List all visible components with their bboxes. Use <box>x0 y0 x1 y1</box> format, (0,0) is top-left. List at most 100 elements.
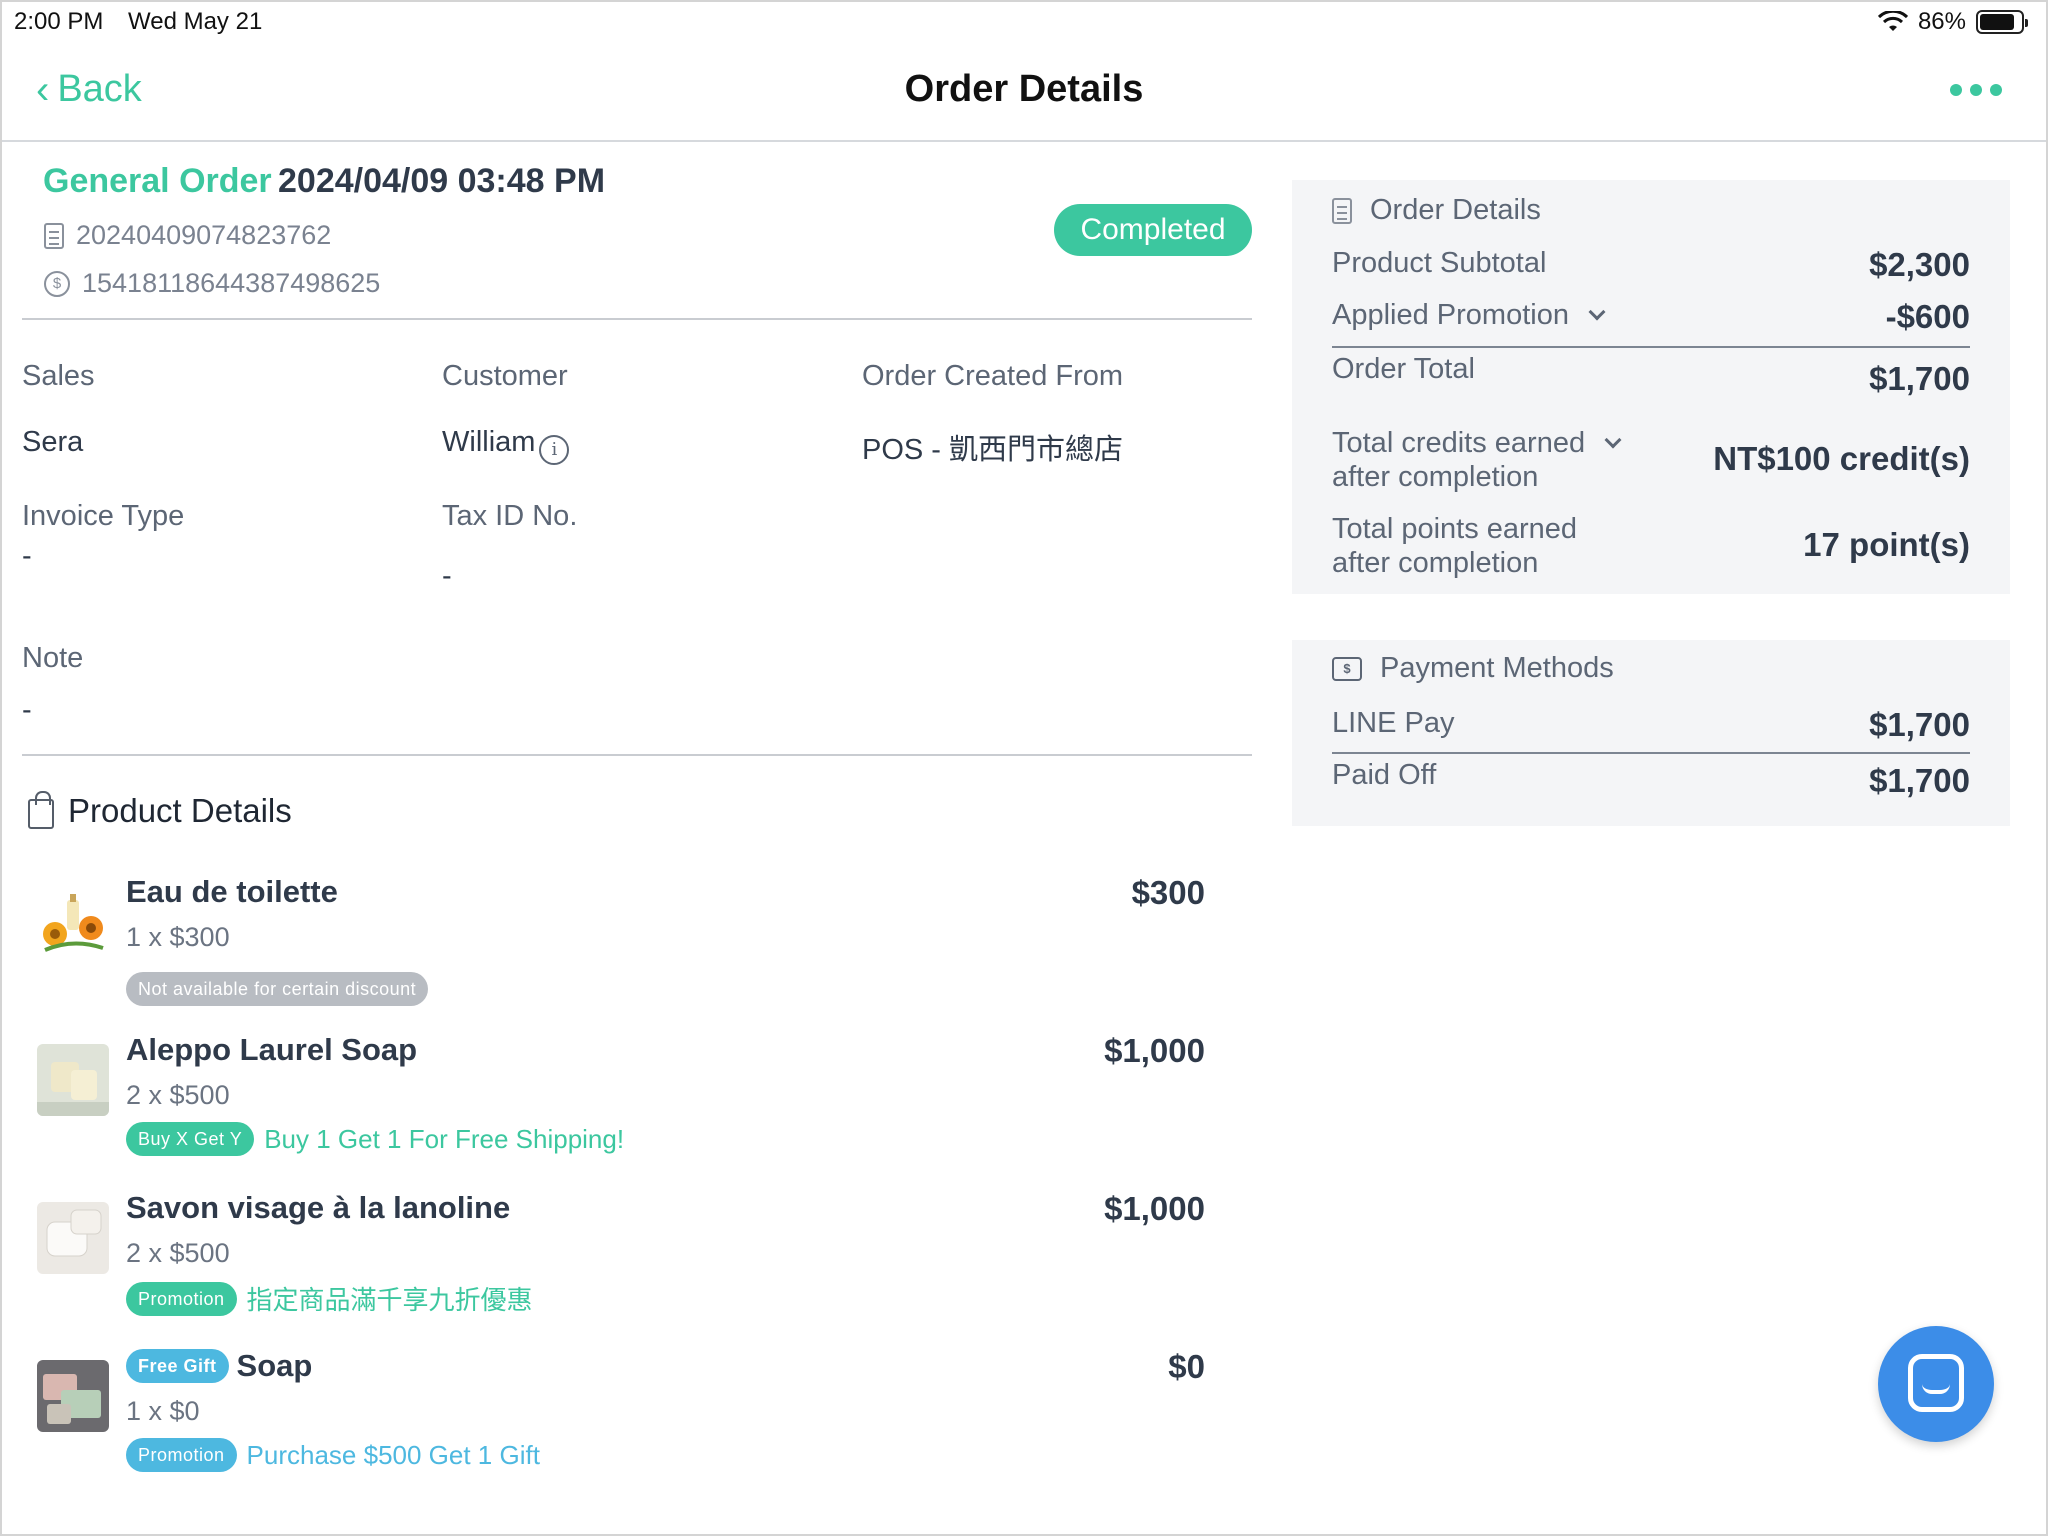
receipt-icon <box>1332 197 1352 224</box>
payment-methods-header: $ Payment Methods <box>1332 652 1614 685</box>
battery-icon <box>1976 10 2028 34</box>
product-price: $1,000 <box>1104 1190 1205 1227</box>
chevron-down-icon[interactable] <box>1588 303 1606 321</box>
product-details-title: Product Details <box>68 792 292 829</box>
payment-method-amount: $1,700 <box>1869 706 1970 743</box>
nav-bar: ‹ Back Order Details <box>2 42 2046 142</box>
order-datetime: 2024/04/09 03:48 PM <box>278 162 606 200</box>
shopping-bag-icon <box>28 791 54 829</box>
product-details-header: Product Details <box>28 791 292 830</box>
product-item[interactable]: Eau de toilette 1 x $300 $300 Not availa… <box>37 874 1237 1024</box>
customer-label: Customer <box>442 360 568 392</box>
battery-percent: 86% <box>1917 8 1966 35</box>
payment-methods-title: Payment Methods <box>1380 652 1614 684</box>
product-name-row: Free Gift Soap <box>126 1348 312 1384</box>
dollar-coin-icon: $ <box>44 270 70 297</box>
product-qty: 2 x $500 <box>126 1080 230 1110</box>
note-value: - <box>22 694 32 726</box>
paid-off-label: Paid Off <box>1332 759 1437 791</box>
payment-method-label: LINE Pay <box>1332 707 1455 739</box>
product-price: $300 <box>1131 874 1205 911</box>
credits-row[interactable]: Total credits earned after completion NT… <box>1332 426 1970 494</box>
credits-label-line2: after completion <box>1332 461 1539 493</box>
discount-unavailable-tag: Not available for certain discount <box>126 972 429 1006</box>
product-image-perfume <box>37 886 109 958</box>
more-options-button[interactable] <box>1950 84 2002 96</box>
summary-divider <box>1332 346 1970 348</box>
product-name: Soap <box>236 1348 313 1383</box>
customer-value[interactable]: William <box>442 426 535 458</box>
product-name: Eau de toilette <box>126 874 338 909</box>
credits-label-line1: Total credits earned <box>1332 427 1586 459</box>
product-price: $1,000 <box>1104 1032 1205 1069</box>
points-amount: 17 point(s) <box>1803 526 1970 563</box>
order-info: Sales Sera Customer William i Order Creat… <box>22 320 1252 756</box>
product-tag-row: Not available for certain discount <box>126 972 429 1006</box>
note-label: Note <box>22 642 84 674</box>
points-label: Total points earned after completion <box>1332 512 1577 580</box>
product-tag-row: Promotion Purchase $500 Get 1 Gift <box>126 1438 540 1472</box>
buy-x-get-y-tag: Buy X Get Y <box>126 1122 255 1156</box>
wifi-icon <box>1877 11 1908 31</box>
created-from-label: Order Created From <box>862 360 1124 392</box>
product-name: Savon visage à la lanoline <box>126 1190 511 1225</box>
product-image-lanolin-soap <box>37 1202 109 1274</box>
promotion-label-wrap: Applied Promotion <box>1332 298 1606 332</box>
credits-amount: NT$100 credit(s) <box>1713 440 1970 477</box>
more-dot-icon <box>1970 84 1982 96</box>
customer-value-wrap: William i <box>442 426 570 465</box>
chevron-down-icon[interactable] <box>1604 431 1622 449</box>
paid-off-row: Paid Off $1,700 <box>1332 758 1970 800</box>
product-tag-row: Buy X Get Y Buy 1 Get 1 For Free Shippin… <box>126 1122 624 1156</box>
info-icon[interactable]: i <box>539 435 570 465</box>
transaction-number-row: $ 15418118644387498625 <box>44 268 380 299</box>
sales-value: Sera <box>22 426 84 458</box>
invoice-type-label: Invoice Type <box>22 500 185 532</box>
payment-methods-card: $ Payment Methods LINE Pay $1,700 Paid O… <box>1292 640 2010 826</box>
product-name: Aleppo Laurel Soap <box>126 1032 418 1067</box>
status-bar: 2:00 PM Wed May 21 86% <box>2 2 2046 42</box>
credits-label: Total credits earned after completion <box>1332 426 1622 494</box>
promotion-amount: -$600 <box>1885 298 1970 335</box>
order-type: General Order <box>43 162 272 200</box>
order-summary-title: Order Details <box>1370 194 1541 226</box>
chat-bubble-icon <box>1908 1354 1964 1412</box>
screen: 2:00 PM Wed May 21 86% ‹ Back Order Deta… <box>0 0 2048 1536</box>
created-from-value: POS - 凱西門市總店 <box>862 434 1124 466</box>
product-item[interactable]: Free Gift Soap 1 x $0 $0 Promotion Purch… <box>37 1348 1237 1498</box>
points-label-line1: Total points earned <box>1332 513 1578 545</box>
order-total-row: Order Total $1,700 <box>1332 352 1970 398</box>
promotion-tag: Promotion <box>126 1281 237 1316</box>
free-gift-tag: Free Gift <box>126 1349 229 1383</box>
points-row: Total points earned after completion 17 … <box>1332 512 1970 580</box>
chat-support-button[interactable] <box>1878 1326 1994 1442</box>
more-dot-icon <box>1990 84 2002 96</box>
promotion-text[interactable]: Buy 1 Get 1 For Free Shipping! <box>264 1124 624 1155</box>
subtotal-row: Product Subtotal $2,300 <box>1332 246 1970 284</box>
more-dot-icon <box>1950 84 1962 96</box>
status-badge: Completed <box>1054 204 1252 256</box>
promotion-text[interactable]: Purchase $500 Get 1 Gift <box>247 1440 540 1471</box>
order-header: General Order 2024/04/09 03:48 PM 202404… <box>22 142 1252 320</box>
promotion-row[interactable]: Applied Promotion -$600 <box>1332 298 1970 336</box>
order-summary-card: Order Details Product Subtotal $2,300 Ap… <box>1292 180 2010 594</box>
promotion-tag: Promotion <box>126 1438 237 1472</box>
tax-id-value: - <box>442 560 452 592</box>
promotion-text[interactable]: 指定商品滿千享九折優惠 <box>247 1280 533 1317</box>
payment-divider <box>1332 752 1970 754</box>
subtotal-label: Product Subtotal <box>1332 247 1547 279</box>
product-qty: 1 x $0 <box>126 1396 200 1426</box>
order-number: 20240409074823762 <box>76 220 332 250</box>
product-qty: 2 x $500 <box>126 1238 230 1268</box>
invoice-type-value: - <box>22 540 32 572</box>
product-item[interactable]: Aleppo Laurel Soap 2 x $500 $1,000 Buy X… <box>37 1032 1237 1182</box>
product-image-soap <box>37 1044 109 1116</box>
sales-label: Sales <box>22 360 95 392</box>
product-qty: 1 x $300 <box>126 922 230 952</box>
receipt-icon <box>44 222 64 249</box>
product-tag-row: Promotion 指定商品滿千享九折優惠 <box>126 1280 533 1317</box>
transaction-number: 15418118644387498625 <box>82 268 381 298</box>
order-total-amount: $1,700 <box>1869 360 1970 397</box>
status-right: 86% <box>1877 8 2028 36</box>
product-item[interactable]: Savon visage à la lanoline 2 x $500 $1,0… <box>37 1190 1237 1340</box>
